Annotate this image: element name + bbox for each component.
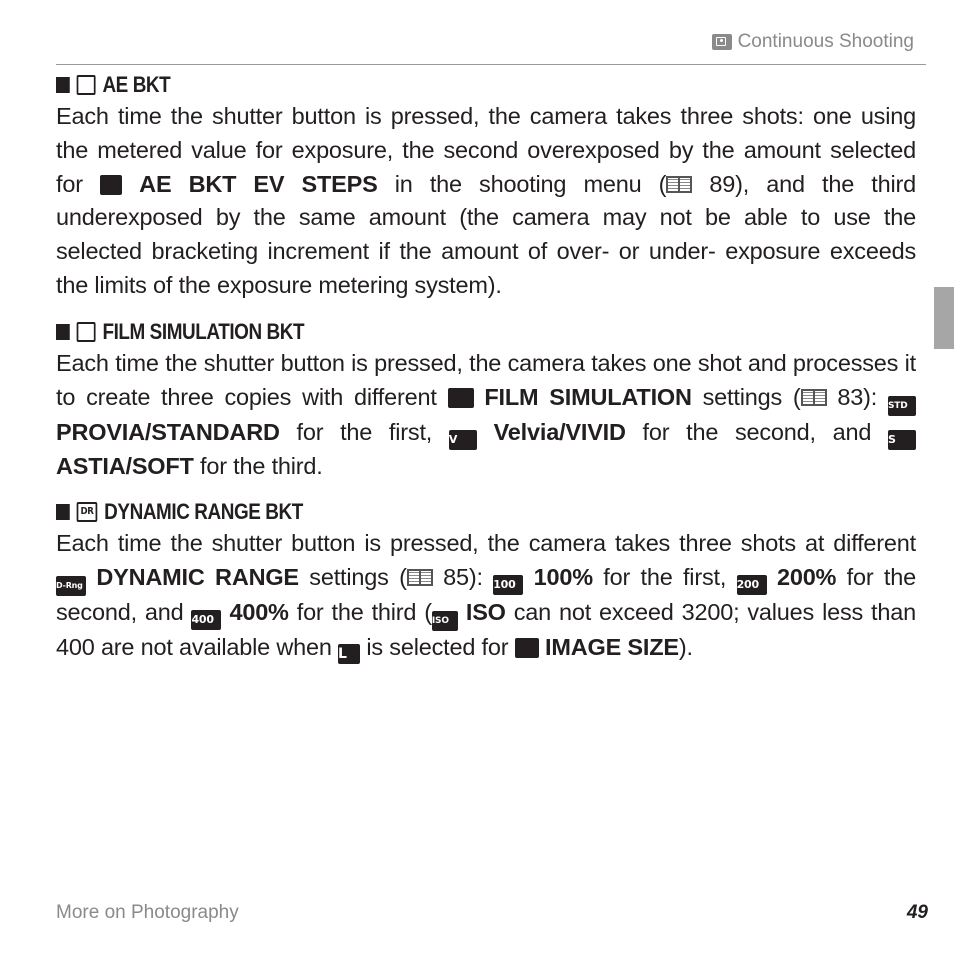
section-heading: FILM SIMULATION BKT xyxy=(56,317,796,347)
text: for the second, and xyxy=(625,418,888,445)
provia-standard-icon: STD xyxy=(887,395,916,416)
text: ): xyxy=(468,564,494,591)
ae-bkt-icon xyxy=(76,75,96,95)
section-film-simulation-bkt: FILM SIMULATION BKT Each time the shutte… xyxy=(56,317,916,484)
text: for the third ( xyxy=(288,599,432,626)
continuous-shooting-icon xyxy=(711,34,732,50)
page-content: AE BKT Each time the shutter button is p… xyxy=(56,70,916,679)
dr-200-icon: 200 xyxy=(736,575,767,596)
header-title: Continuous Shooting xyxy=(737,31,914,52)
option-name: 400% xyxy=(229,599,289,626)
bullet-square-icon xyxy=(56,323,70,340)
book-reference-icon xyxy=(666,175,693,193)
running-header: Continuous Shooting xyxy=(711,31,914,53)
film-simulation-icon xyxy=(447,387,474,408)
astia-soft-icon: S xyxy=(887,429,916,450)
section-ae-bkt: AE BKT Each time the shutter button is p… xyxy=(56,70,916,303)
ae-bkt-ev-steps-icon xyxy=(100,174,122,195)
page-reference[interactable]: 89 xyxy=(709,171,735,197)
menu-item-name: FILM SIMULATION xyxy=(484,383,692,410)
menu-item-name: IMAGE SIZE xyxy=(545,634,679,661)
image-size-large-icon: L xyxy=(338,644,361,665)
film-simulation-bkt-icon xyxy=(76,321,96,342)
dr-400-icon: 400 xyxy=(191,610,222,631)
iso-icon: ISO xyxy=(431,611,458,632)
text: in the shooting menu ( xyxy=(377,170,667,197)
section-heading: AE BKT xyxy=(56,70,796,100)
text: settings ( xyxy=(691,383,801,410)
section-body: Each time the shutter button is pressed,… xyxy=(56,347,916,484)
book-reference-icon xyxy=(800,388,827,406)
menu-item-name: AE BKT EV STEPS xyxy=(139,170,378,197)
option-name: 200% xyxy=(776,564,837,591)
text: for the first, xyxy=(279,418,449,445)
text: Each time the shutter button is pressed,… xyxy=(56,530,916,557)
bullet-square-icon xyxy=(56,77,70,93)
text: ). xyxy=(678,634,693,661)
section-dynamic-range-bkt: DR DYNAMIC RANGE BKT Each time the shutt… xyxy=(56,497,916,665)
option-name: Velvia/VIVID xyxy=(493,418,626,445)
bullet-square-icon xyxy=(56,504,70,521)
page-reference[interactable]: 85 xyxy=(443,564,469,590)
text: ): xyxy=(863,383,888,410)
text: for the third. xyxy=(193,452,323,479)
dynamic-range-icon: D-Rng xyxy=(56,576,86,597)
menu-item-name: DYNAMIC RANGE xyxy=(96,564,299,591)
footer-section-name: More on Photography xyxy=(56,902,239,923)
option-name: 100% xyxy=(533,564,594,591)
page-reference[interactable]: 83 xyxy=(837,384,863,410)
section-title: DYNAMIC RANGE BKT xyxy=(104,499,303,525)
dr-100-icon: 100 xyxy=(493,575,524,596)
section-title: AE BKT xyxy=(102,72,171,97)
option-name: PROVIA/STANDARD xyxy=(56,418,280,445)
section-body: Each time the shutter button is pressed,… xyxy=(56,527,916,665)
option-name: ASTIA/SOFT xyxy=(56,452,194,479)
section-heading: DR DYNAMIC RANGE BKT xyxy=(56,497,796,527)
dynamic-range-bkt-icon: DR xyxy=(76,502,98,523)
image-size-icon xyxy=(514,638,539,659)
section-title: FILM SIMULATION BKT xyxy=(102,318,305,344)
velvia-vivid-icon: V xyxy=(448,429,477,450)
page-number: 49 xyxy=(906,902,928,923)
text: settings ( xyxy=(298,564,407,591)
page-header: Continuous Shooting xyxy=(56,28,926,65)
chapter-tab xyxy=(934,287,954,349)
text: for the first, xyxy=(592,564,737,591)
text: is selected for xyxy=(366,634,515,661)
menu-item-name: ISO xyxy=(465,599,506,626)
book-reference-icon xyxy=(406,569,433,587)
section-body: Each time the shutter button is pressed,… xyxy=(56,100,916,303)
